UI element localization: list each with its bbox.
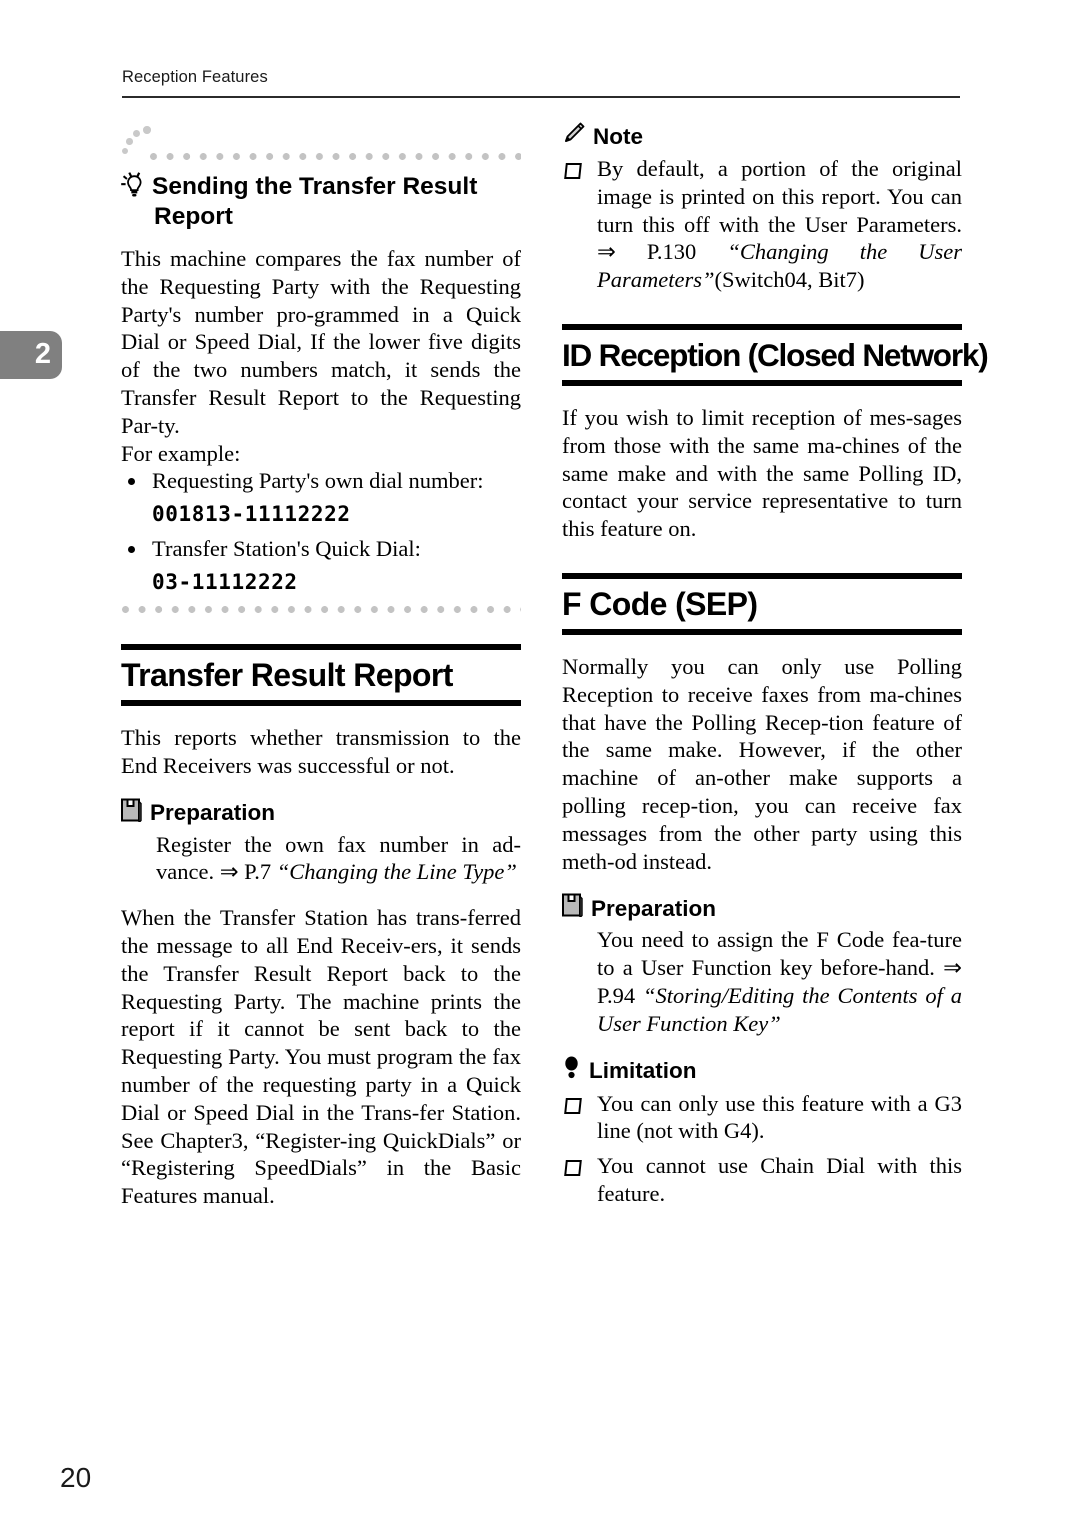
list-item: Requesting Party's own dial number: — [121, 467, 521, 495]
tip-example-intro: For example: — [121, 440, 241, 466]
section-rule-top — [562, 323, 962, 330]
section-title: Transfer Result Report — [121, 656, 453, 693]
bullet-icon — [128, 546, 135, 554]
tip-title-text: Sending the Transfer Result Report — [152, 173, 478, 230]
chapter-tab: 2 — [0, 331, 62, 379]
section-title: F Code (SEP) — [562, 585, 758, 622]
list-item: You can only use this feature with a G3 … — [562, 1090, 962, 1146]
limitation-item-text: You cannot use Chain Dial with this feat… — [597, 1153, 962, 1206]
list-item-label: Requesting Party's own dial number: — [152, 468, 484, 494]
preparation-label: Preparation — [591, 895, 717, 921]
square-bullet-icon — [564, 163, 582, 179]
running-header: Reception Features — [122, 68, 268, 86]
section-title: ID Reception (Closed Network) — [562, 336, 989, 373]
preparation-text-italic: “Storing/Editing the Contents of a User … — [597, 982, 962, 1036]
tip-example-list-2: Transfer Station's Quick Dial: — [121, 535, 521, 563]
f-code-body: Normally you can only use Polling Recept… — [562, 653, 962, 874]
limitation-item-text: You can only use this feature with a G3 … — [597, 1090, 962, 1144]
exclamation-icon — [562, 1056, 581, 1087]
tip-box-top-border — [149, 152, 521, 161]
document-page: Reception Features 2 Sending the Transfe… — [0, 0, 1080, 1529]
tip-example-list: Requesting Party's own dial number: — [121, 467, 521, 495]
tip-box-bottom-border — [121, 604, 521, 614]
tip-title: Sending the Transfer Result Report — [121, 172, 521, 232]
square-bullet-icon — [564, 1160, 582, 1177]
note-label-row: Note — [562, 122, 962, 152]
list-item: You cannot use Chain Dial with this feat… — [562, 1152, 962, 1208]
id-reception-body: If you wish to limit reception of mes-sa… — [562, 404, 962, 542]
tip-box: Sending the Transfer Result Report This … — [121, 122, 521, 614]
limitation-label: Limitation — [589, 1058, 697, 1084]
section-rule-top — [121, 643, 521, 650]
section-body-paragraph: When the Transfer Station has trans-ferr… — [121, 905, 521, 1209]
tip-body: This machine compares the fax number of … — [121, 245, 521, 594]
lightbulb-icon — [121, 172, 152, 198]
note-list: By default, a portion of the original im… — [562, 155, 962, 294]
list-item: Transfer Station's Quick Dial: — [121, 535, 521, 563]
book-icon — [121, 798, 142, 829]
dial-number-value: 001813-11112222 — [152, 502, 351, 527]
limitation-list: You can only use this feature with a G3 … — [562, 1090, 962, 1208]
pencil-icon — [562, 122, 585, 152]
preparation-label-row-2: Preparation — [562, 893, 962, 924]
preparation-text: Register the own fax number in ad-vance.… — [156, 831, 521, 887]
right-column: Note By default, a portion of the origin… — [562, 122, 989, 1208]
chapter-number: 2 — [34, 337, 51, 370]
preparation-text-2: You need to assign the F Code fea-ture t… — [597, 926, 962, 1037]
section-heading-transfer-result-report: Transfer Result Report — [121, 643, 521, 706]
preparation-text-italic: “Changing the Line Type” — [276, 859, 517, 885]
preparation-label: Preparation — [150, 800, 276, 826]
section-heading-f-code: F Code (SEP) — [562, 572, 962, 635]
limitation-label-row: Limitation — [562, 1056, 962, 1087]
bullet-icon — [128, 478, 135, 486]
square-bullet-icon — [564, 1097, 582, 1114]
header-rule — [122, 96, 960, 98]
list-item: By default, a portion of the original im… — [562, 155, 962, 294]
tip-paragraph: This machine compares the fax number of … — [121, 246, 521, 438]
section-intro-paragraph: This reports whether transmission to the… — [121, 724, 521, 778]
list-item-label: Transfer Station's Quick Dial: — [152, 536, 421, 562]
section-rule-top — [562, 572, 962, 579]
quick-dial-value: 03-11112222 — [152, 569, 298, 594]
preparation-label-row: Preparation — [121, 798, 521, 829]
page-number: 20 — [60, 1462, 92, 1493]
left-column: Sending the Transfer Result Report This … — [121, 122, 521, 1210]
book-icon — [562, 893, 583, 924]
note-text-plain-2: (Switch04, Bit7) — [714, 267, 865, 293]
section-heading-id-reception: ID Reception (Closed Network) — [562, 323, 989, 386]
note-label: Note — [593, 124, 643, 149]
